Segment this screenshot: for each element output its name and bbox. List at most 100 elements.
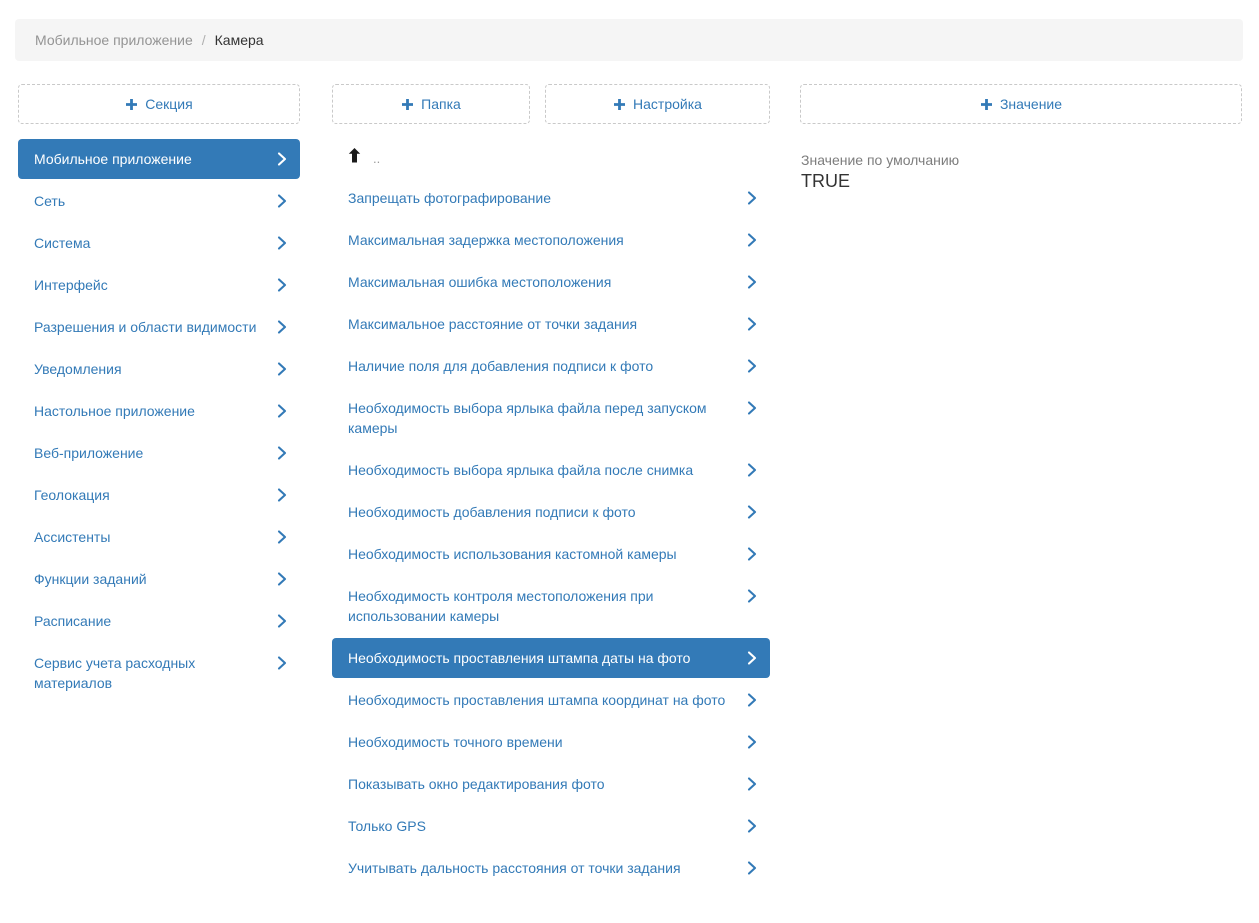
chevron-right-icon bbox=[277, 530, 287, 544]
setting-item[interactable]: Необходимость выбора ярлыка файла перед … bbox=[332, 388, 770, 448]
setting-item[interactable]: Максимальное расстояние от точки задания bbox=[332, 304, 770, 344]
setting-item-label: Необходимость проставления штампа даты н… bbox=[348, 648, 747, 668]
setting-item[interactable]: Необходимость добавления подписи к фото bbox=[332, 492, 770, 532]
values-column: Значение Значение по умолчанию TRUE bbox=[800, 84, 1242, 193]
chevron-right-icon bbox=[747, 233, 757, 247]
add-folder-label: Папка bbox=[421, 96, 461, 112]
chevron-right-icon bbox=[277, 446, 287, 460]
setting-item-label: Только GPS bbox=[348, 816, 747, 836]
chevron-right-icon bbox=[277, 656, 287, 670]
setting-item[interactable]: Необходимость выбора ярлыка файла после … bbox=[332, 450, 770, 490]
sidebar-item[interactable]: Система bbox=[18, 223, 300, 263]
setting-item[interactable]: Показывать окно редактирования фото bbox=[332, 764, 770, 804]
sidebar-item-label: Функции заданий bbox=[34, 569, 277, 589]
setting-item[interactable]: Наличие поля для добавления подписи к фо… bbox=[332, 346, 770, 386]
sidebar-item-label: Система bbox=[34, 233, 277, 253]
setting-item[interactable]: Необходимость точного времени bbox=[332, 722, 770, 762]
plus-icon bbox=[401, 98, 414, 111]
sidebar-item-label: Настольное приложение bbox=[34, 401, 277, 421]
breadcrumb-parent-link[interactable]: Мобильное приложение bbox=[35, 30, 193, 50]
sidebar-item[interactable]: Интерфейс bbox=[18, 265, 300, 305]
setting-item-label: Необходимость контроля местоположения пр… bbox=[348, 586, 747, 626]
setting-item-label: Необходимость точного времени bbox=[348, 732, 747, 752]
setting-item[interactable]: Необходимость проставления штампа коорди… bbox=[332, 680, 770, 720]
breadcrumb: Мобильное приложение / Камера bbox=[15, 19, 1243, 61]
sections-list: Мобильное приложение Сеть bbox=[18, 139, 300, 703]
add-folder-button[interactable]: Папка bbox=[332, 84, 530, 124]
sidebar-item[interactable]: Уведомления bbox=[18, 349, 300, 389]
settings-list: Запрещать фотографирование Максимальная … bbox=[332, 178, 770, 888]
plus-icon bbox=[980, 98, 993, 111]
setting-item-label: Необходимость использования кастомной ка… bbox=[348, 544, 747, 564]
setting-item[interactable]: Только GPS bbox=[332, 806, 770, 846]
setting-item-label: Учитывать дальность расстояния от точки … bbox=[348, 858, 747, 878]
setting-item-label: Максимальная задержка местоположения bbox=[348, 230, 747, 250]
sidebar-item[interactable]: Сервис учета расходных материалов bbox=[18, 643, 300, 703]
setting-item[interactable]: Максимальная задержка местоположения bbox=[332, 220, 770, 260]
chevron-right-icon bbox=[747, 777, 757, 791]
setting-item[interactable]: Необходимость контроля местоположения пр… bbox=[332, 576, 770, 636]
sidebar-item-label: Мобильное приложение bbox=[34, 149, 277, 169]
sidebar-item-label: Сеть bbox=[34, 191, 277, 211]
value-details: Значение по умолчанию TRUE bbox=[800, 151, 1242, 193]
parent-folder-link[interactable]: .. bbox=[332, 142, 770, 168]
settings-toolbar: Папка Настройка bbox=[332, 84, 770, 124]
default-value-label: Значение по умолчанию bbox=[801, 151, 1242, 170]
add-value-button[interactable]: Значение bbox=[800, 84, 1242, 124]
setting-item[interactable]: Учитывать дальность расстояния от точки … bbox=[332, 848, 770, 888]
chevron-right-icon bbox=[747, 735, 757, 749]
default-value: TRUE bbox=[801, 170, 1242, 193]
chevron-right-icon bbox=[747, 819, 757, 833]
sidebar-item[interactable]: Сеть bbox=[18, 181, 300, 221]
sidebar-item[interactable]: Функции заданий bbox=[18, 559, 300, 599]
sidebar-item-label: Уведомления bbox=[34, 359, 277, 379]
chevron-right-icon bbox=[747, 589, 757, 603]
setting-item-label: Показывать окно редактирования фото bbox=[348, 774, 747, 794]
chevron-right-icon bbox=[747, 693, 757, 707]
chevron-right-icon bbox=[747, 547, 757, 561]
parent-folder-label: .. bbox=[373, 152, 380, 165]
chevron-right-icon bbox=[747, 505, 757, 519]
settings-column: Папка Настройка .. bbox=[332, 84, 770, 890]
sidebar-item-label: Интерфейс bbox=[34, 275, 277, 295]
add-setting-label: Настройка bbox=[633, 96, 702, 112]
setting-item[interactable]: Необходимость использования кастомной ка… bbox=[332, 534, 770, 574]
sidebar-item-label: Разрешения и области видимости bbox=[34, 317, 277, 337]
setting-item-label: Необходимость проставления штампа коорди… bbox=[348, 690, 747, 710]
sidebar-item-label: Веб-приложение bbox=[34, 443, 277, 463]
chevron-right-icon bbox=[747, 317, 757, 331]
plus-icon bbox=[613, 98, 626, 111]
chevron-right-icon bbox=[277, 362, 287, 376]
sidebar-item[interactable]: Геолокация bbox=[18, 475, 300, 515]
setting-item[interactable]: Максимальная ошибка местоположения bbox=[332, 262, 770, 302]
sidebar-item[interactable]: Разрешения и области видимости bbox=[18, 307, 300, 347]
sidebar-item[interactable]: Ассистенты bbox=[18, 517, 300, 557]
chevron-right-icon bbox=[277, 572, 287, 586]
setting-item[interactable]: Необходимость проставления штампа даты н… bbox=[332, 638, 770, 678]
chevron-right-icon bbox=[747, 359, 757, 373]
chevron-right-icon bbox=[277, 404, 287, 418]
plus-icon bbox=[125, 98, 138, 111]
setting-item-label: Максимальное расстояние от точки задания bbox=[348, 314, 747, 334]
sidebar-item[interactable]: Веб-приложение bbox=[18, 433, 300, 473]
sidebar-item[interactable]: Мобильное приложение bbox=[18, 139, 300, 179]
sidebar-item-label: Геолокация bbox=[34, 485, 277, 505]
setting-item-label: Необходимость выбора ярлыка файла перед … bbox=[348, 398, 747, 438]
chevron-right-icon bbox=[277, 152, 287, 166]
content-columns: Секция Мобильное приложение Сеть bbox=[18, 84, 1242, 890]
breadcrumb-separator: / bbox=[202, 30, 206, 50]
chevron-right-icon bbox=[747, 191, 757, 205]
chevron-right-icon bbox=[747, 651, 757, 665]
sidebar-item[interactable]: Расписание bbox=[18, 601, 300, 641]
setting-item-label: Необходимость добавления подписи к фото bbox=[348, 502, 747, 522]
chevron-right-icon bbox=[747, 275, 757, 289]
chevron-right-icon bbox=[277, 320, 287, 334]
setting-item-label: Максимальная ошибка местоположения bbox=[348, 272, 747, 292]
setting-item[interactable]: Запрещать фотографирование bbox=[332, 178, 770, 218]
chevron-right-icon bbox=[277, 278, 287, 292]
add-section-button[interactable]: Секция bbox=[18, 84, 300, 124]
setting-item-label: Запрещать фотографирование bbox=[348, 188, 747, 208]
sidebar-item[interactable]: Настольное приложение bbox=[18, 391, 300, 431]
setting-item-label: Наличие поля для добавления подписи к фо… bbox=[348, 356, 747, 376]
add-setting-button[interactable]: Настройка bbox=[545, 84, 770, 124]
